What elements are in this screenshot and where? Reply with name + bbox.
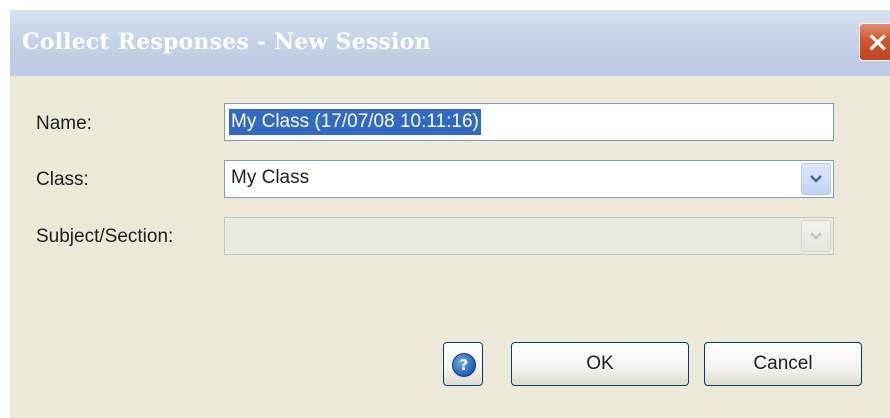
ok-button[interactable]: OK — [511, 342, 689, 386]
chevron-down-icon — [810, 232, 822, 240]
subject-section-select — [224, 217, 834, 255]
cancel-button[interactable]: Cancel — [704, 342, 862, 386]
new-session-dialog: Collect Responses - New Session × Name: … — [10, 10, 890, 418]
subject-section-dropdown-button — [801, 220, 831, 252]
name-label: Name: — [36, 113, 92, 134]
help-button[interactable]: ? — [443, 342, 483, 386]
class-select-value: My Class — [231, 167, 310, 188]
close-icon: × — [866, 25, 890, 58]
window-title: Collect Responses - New Session — [22, 29, 431, 55]
chevron-down-icon — [810, 175, 822, 183]
subject-section-label: Subject/Section: — [36, 226, 174, 247]
name-input[interactable]: My Class (17/07/08 10:11:16) — [224, 103, 834, 141]
help-icon: ? — [452, 353, 476, 377]
class-dropdown-button[interactable] — [801, 163, 831, 195]
close-button[interactable]: × — [859, 23, 890, 61]
class-select[interactable]: My Class — [224, 160, 834, 198]
name-input-selected-text: My Class (17/07/08 10:11:16) — [229, 109, 481, 135]
title-bar[interactable]: Collect Responses - New Session × — [10, 10, 890, 76]
class-label: Class: — [36, 169, 89, 190]
